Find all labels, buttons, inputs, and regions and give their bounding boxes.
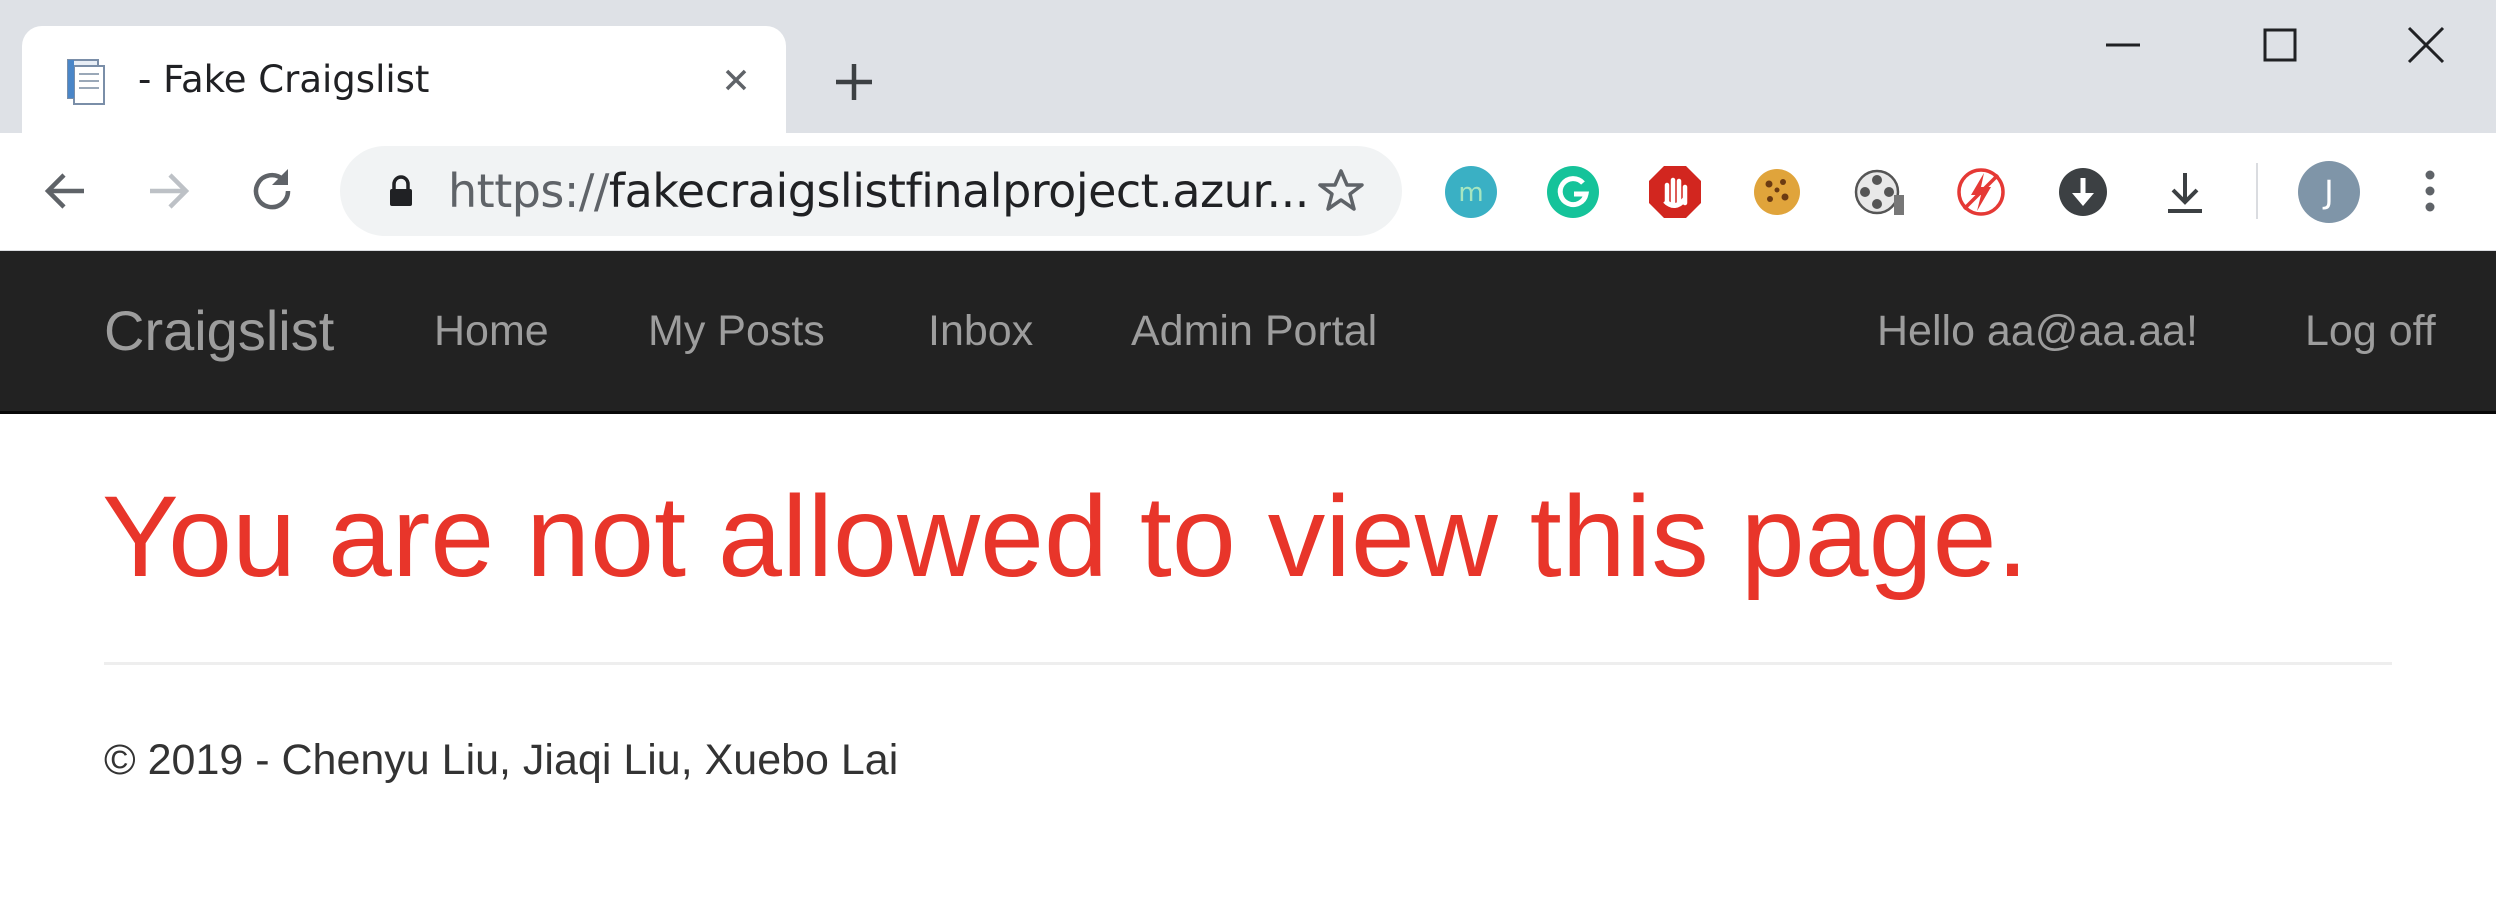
close-tab-icon[interactable] — [714, 58, 758, 102]
film-reel-icon[interactable] — [1852, 165, 1906, 219]
maximize-window-icon[interactable] — [2255, 20, 2305, 70]
document-favicon-icon — [67, 59, 105, 105]
profile-avatar[interactable]: J — [2298, 161, 2360, 223]
tab-title: - Fake Craigslist — [138, 58, 430, 101]
kebab-menu-icon[interactable] — [2402, 163, 2458, 219]
nav-link-home[interactable]: Home — [434, 251, 549, 411]
nav-link-my-posts[interactable]: My Posts — [648, 251, 825, 411]
site-navbar: Craigslist Home My Posts Inbox Admin Por… — [0, 251, 2496, 414]
nav-link-admin-portal[interactable]: Admin Portal — [1131, 251, 1377, 411]
close-window-icon[interactable] — [2401, 20, 2451, 70]
minimize-window-icon[interactable] — [2098, 20, 2148, 70]
footer-copyright: © 2019 - Chenyu Liu, Jiaqi Liu, Xuebo La… — [104, 736, 899, 784]
url-scheme: https:// — [448, 164, 609, 218]
nav-link-greeting[interactable]: Hello aa@aa.aa! — [1877, 251, 2198, 411]
reload-icon[interactable] — [244, 163, 300, 219]
error-message: You are not allowed to view this page. — [102, 473, 2029, 601]
download-circle-icon[interactable] — [2056, 165, 2110, 219]
svg-text:m: m — [1458, 178, 1483, 208]
navbar-brand-link[interactable]: Craigslist — [104, 251, 334, 411]
bookmark-star-icon[interactable] — [1316, 166, 1366, 216]
new-tab-plus-icon[interactable] — [826, 54, 882, 110]
url-host: fakecraigslistfinalproject.azur... — [608, 164, 1310, 218]
browser-tab[interactable]: - Fake Craigslist — [22, 26, 786, 134]
address-bar[interactable]: https://fakecraigslistfinalproject.azur.… — [340, 146, 1402, 236]
footer-divider — [104, 662, 2392, 665]
mercury-reader-icon[interactable]: m — [1444, 165, 1498, 219]
nav-link-log-off[interactable]: Log off — [2305, 251, 2436, 411]
nav-link-inbox[interactable]: Inbox — [928, 251, 1033, 411]
cookie-icon[interactable] — [1750, 165, 1804, 219]
browser-toolbar: https://fakecraigslistfinalproject.azur.… — [0, 133, 2496, 251]
tab-strip: - Fake Craigslist — [0, 0, 2496, 134]
url-text[interactable]: https://fakecraigslistfinalproject.azur.… — [448, 146, 1309, 236]
lightning-blocked-icon[interactable] — [1954, 165, 2008, 219]
downloads-icon[interactable] — [2158, 165, 2212, 219]
adblock-icon[interactable] — [1648, 165, 1702, 219]
toolbar-separator — [2256, 163, 2258, 219]
forward-arrow-icon[interactable] — [140, 163, 196, 219]
lock-icon[interactable] — [382, 172, 420, 210]
grammarly-icon[interactable] — [1546, 165, 1600, 219]
back-arrow-icon[interactable] — [38, 163, 94, 219]
